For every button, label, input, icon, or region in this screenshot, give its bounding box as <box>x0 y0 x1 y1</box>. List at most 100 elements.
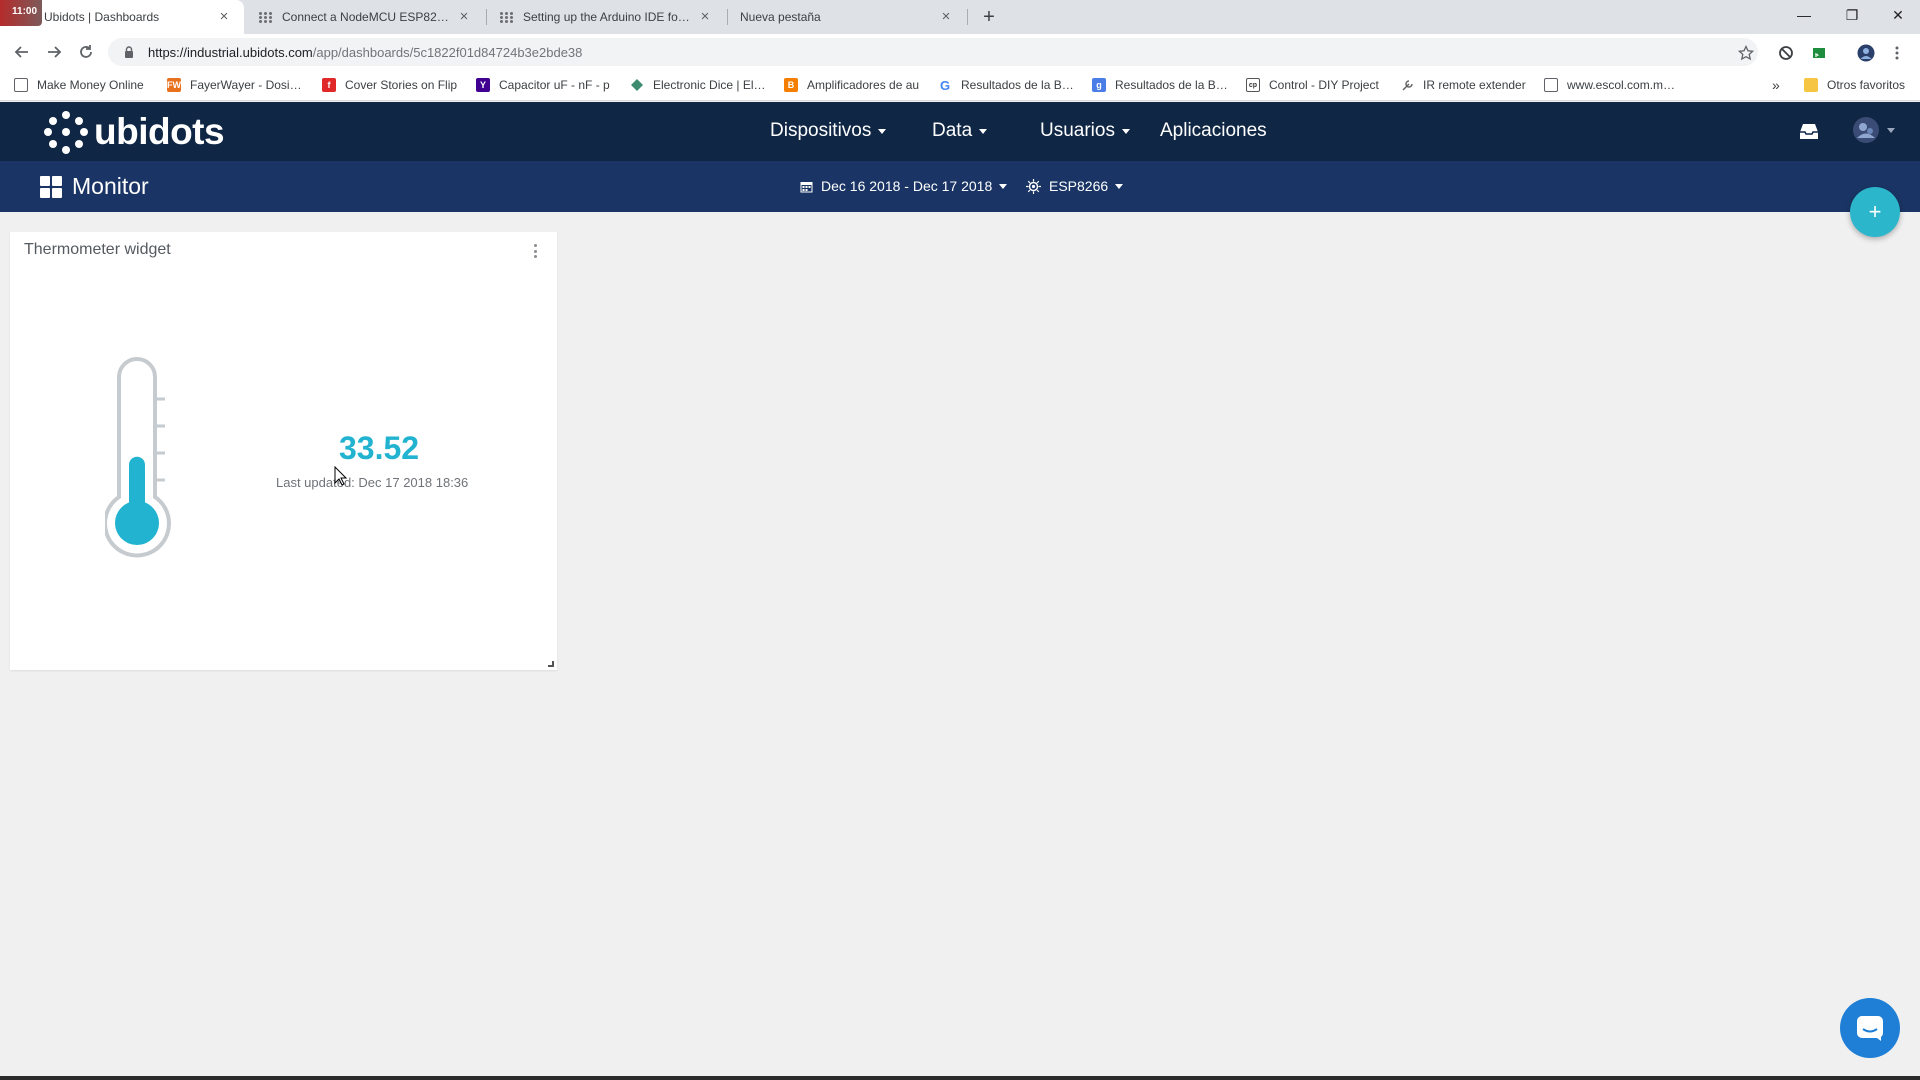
forward-arrow-icon <box>48 46 62 58</box>
block-extension-icon[interactable] <box>1777 44 1795 62</box>
wrench-icon <box>1400 78 1414 92</box>
mouse-cursor-icon <box>334 466 348 486</box>
close-window-button[interactable]: ✕ <box>1876 0 1920 30</box>
nav-usuarios[interactable]: Usuarios <box>1040 120 1130 142</box>
bookmark-ir-remote[interactable]: IR remote extender <box>1400 77 1536 93</box>
user-menu[interactable] <box>1852 116 1895 144</box>
reload-button[interactable] <box>74 40 98 64</box>
ubidots-favicon-icon <box>258 9 274 25</box>
logo-wordmark: ubidots <box>94 111 225 152</box>
tab-arduino-ide[interactable]: Setting up the Arduino IDE for U × <box>487 0 725 34</box>
forward-button[interactable] <box>42 40 66 64</box>
dashboard-subheader: Monitor Dec 16 2018 - Dec 17 2018 ESP826… <box>0 161 1920 212</box>
bookmark-star-icon[interactable] <box>1737 44 1755 62</box>
new-tab-button[interactable]: + <box>978 6 1000 28</box>
bookmark-electronic-dice[interactable]: Electronic Dice | Elect <box>630 77 766 93</box>
bookmarks-bar: Make Money Online FW FayerWayer - Dosis … <box>0 70 1920 101</box>
bookmarks-overflow-button[interactable]: » <box>1772 77 1786 93</box>
folder-icon <box>1804 78 1818 92</box>
bookmark-label: Cover Stories on Flip <box>345 78 458 92</box>
add-widget-button[interactable]: + <box>1850 187 1900 237</box>
bookmark-label: Resultados de la Búsc <box>1115 78 1228 92</box>
close-tab-icon[interactable]: × <box>216 9 232 25</box>
restore-button[interactable]: ❐ <box>1830 0 1874 30</box>
device-selector[interactable]: ESP8266 <box>1026 178 1124 194</box>
dashboard-grid-icon <box>40 175 62 198</box>
tab-new-tab[interactable]: Nueva pestaña × <box>728 0 966 34</box>
lock-icon <box>125 46 133 58</box>
browser-menu-icon[interactable] <box>1888 44 1906 62</box>
user-avatar-icon <box>1853 117 1879 143</box>
close-tab-icon[interactable]: × <box>938 9 954 25</box>
bookmark-label: Capacitor uF - nF - p <box>499 78 610 92</box>
date-range-label: Dec 16 2018 - Dec 17 2018 <box>821 178 993 194</box>
chevron-down-icon <box>1887 127 1895 133</box>
bookmark-resultados-1[interactable]: G Resultados de la Búsc <box>938 77 1074 93</box>
tab-separator <box>967 9 968 25</box>
app-header: ubidots Dispositivos Data Usuarios Aplic… <box>0 102 1920 161</box>
google-g-icon: g <box>1092 78 1106 92</box>
resize-handle-icon[interactable] <box>548 661 554 667</box>
browser-toolbar: https://industrial.ubidots.com/app/dashb… <box>0 34 1920 70</box>
yahoo-icon: Y <box>476 78 490 92</box>
inbox-icon[interactable] <box>1799 122 1819 145</box>
date-range-picker[interactable]: Dec 16 2018 - Dec 17 2018 <box>800 178 1008 194</box>
google-icon: G <box>939 77 951 93</box>
thermometer-bulb <box>115 501 159 545</box>
url-path: /app/dashboards/5c1822f01d84724b3e2bde38 <box>312 44 583 60</box>
bookmark-label: IR remote extender <box>1423 78 1526 92</box>
device-chip-icon <box>1026 178 1041 194</box>
chevron-down-icon <box>1121 128 1130 134</box>
dashboard-selector[interactable]: Monitor <box>40 173 149 200</box>
chevron-down-icon <box>878 128 887 134</box>
thermometer-widget: Thermometer widget 33.52 Last updated: D… <box>10 232 557 670</box>
profile-avatar-icon[interactable] <box>1857 44 1875 62</box>
widget-title: Thermometer widget <box>24 241 171 258</box>
flipboard-icon: f <box>322 78 336 92</box>
other-bookmarks-folder[interactable]: Otros favoritos <box>1804 77 1916 93</box>
bookmark-resultados-2[interactable]: g Resultados de la Búsc <box>1092 77 1228 93</box>
chat-support-button[interactable] <box>1840 998 1900 1058</box>
clock-badge: 11:00 <box>0 0 42 26</box>
widget-value: 33.52 <box>339 430 420 466</box>
bookmark-label: Resultados de la Búsc <box>961 78 1074 92</box>
bookmark-label: www.escol.com.my/P <box>1567 78 1680 92</box>
back-button[interactable] <box>10 40 34 64</box>
chevron-down-icon <box>1115 183 1124 189</box>
cp-icon: cp <box>1246 78 1260 92</box>
calendar-icon <box>800 181 813 192</box>
bookmark-fayerwayer[interactable]: FW FayerWayer - Dosis d <box>167 77 303 93</box>
chat-icon <box>1857 1016 1883 1041</box>
page-icon <box>14 78 28 92</box>
bookmark-label: Control - DIY Project <box>1269 78 1379 92</box>
bookmark-label: Amplificadores de au <box>807 78 920 92</box>
close-tab-icon[interactable]: × <box>456 9 472 25</box>
widget-menu-icon[interactable] <box>534 244 538 258</box>
cast-extension-icon[interactable] <box>1810 44 1828 62</box>
back-arrow-icon <box>14 46 28 58</box>
nav-label: Usuarios <box>1040 120 1115 141</box>
tab-title: Connect a NodeMCU ESP8266 to <box>282 10 450 24</box>
bookmark-make-money-online[interactable]: Make Money Online <box>14 77 148 93</box>
bookmark-amplificadores[interactable]: B Amplificadores de au <box>784 77 920 93</box>
ubidots-logo[interactable]: ubidots <box>44 110 225 154</box>
minimize-button[interactable]: — <box>1782 0 1826 30</box>
blogger-icon: B <box>784 78 798 92</box>
bookmark-capacitor[interactable]: Y Capacitor uF - nF - p <box>476 77 612 93</box>
bookmark-label: Otros favoritos <box>1827 78 1906 92</box>
address-bar[interactable]: https://industrial.ubidots.com/app/dashb… <box>108 38 1758 66</box>
close-tab-icon[interactable]: × <box>697 9 713 25</box>
nav-dispositivos[interactable]: Dispositivos <box>770 120 887 142</box>
device-label: ESP8266 <box>1049 178 1109 194</box>
chevron-down-icon <box>999 183 1008 189</box>
ubidots-favicon-icon <box>499 9 515 25</box>
nav-aplicaciones[interactable]: Aplicaciones <box>1160 120 1267 142</box>
thermometer-icon <box>105 357 171 558</box>
bookmark-escol[interactable]: www.escol.com.my/P <box>1544 77 1680 93</box>
nav-data[interactable]: Data <box>932 120 988 142</box>
tab-nodemcu[interactable]: Connect a NodeMCU ESP8266 to × <box>246 0 484 34</box>
bookmark-control-diy[interactable]: cp Control - DIY Project <box>1246 77 1382 93</box>
bookmark-flipboard[interactable]: f Cover Stories on Flip <box>322 77 458 93</box>
url-host: https://industrial.ubidots.com <box>148 44 313 60</box>
tab-title: Nueva pestaña <box>740 10 821 24</box>
